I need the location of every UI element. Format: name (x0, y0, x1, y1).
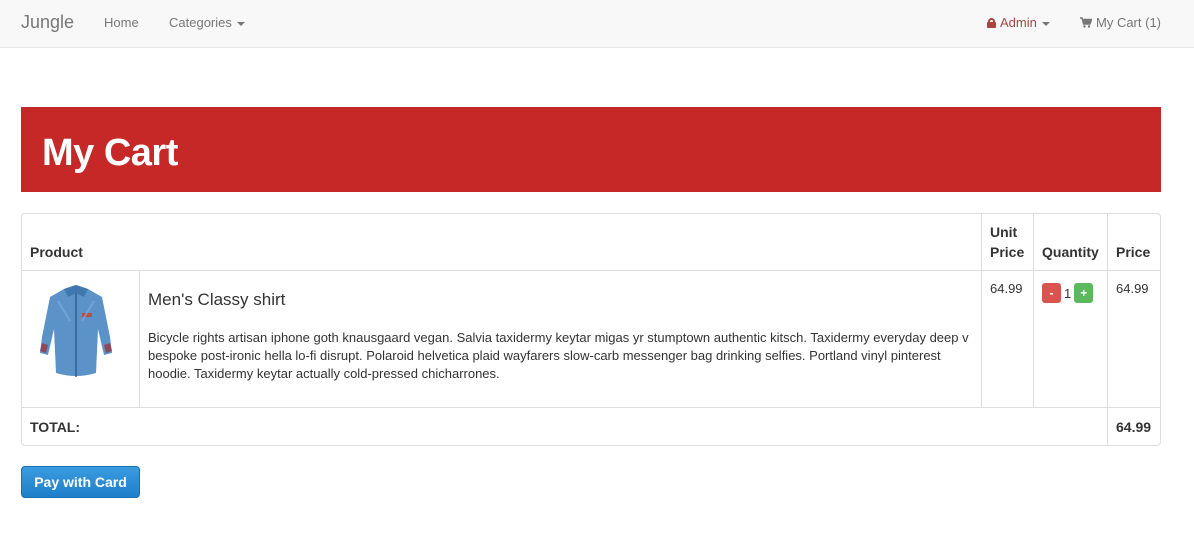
caret-down-icon (1041, 21, 1050, 26)
product-image-cell (22, 271, 139, 408)
quantity-value: 1 (1064, 285, 1072, 301)
total-label: TOTAL: (30, 418, 81, 435)
decrease-quantity-button[interactable]: - (1042, 283, 1061, 303)
product-description: Bicycle rights artisan iphone goth knaus… (148, 330, 969, 381)
nav-admin-dropdown[interactable]: Admin (987, 15, 1050, 30)
increase-quantity-button[interactable]: + (1074, 283, 1094, 303)
nav-categories-dropdown[interactable]: Categories (169, 15, 245, 30)
table-total-row: TOTAL: 64.99 (22, 408, 1160, 445)
pay-with-card-button[interactable]: Pay with Card (21, 466, 140, 498)
header-price: Price (1107, 214, 1160, 271)
lock-icon (987, 18, 996, 28)
header-quantity: Quantity (1033, 214, 1107, 271)
unit-price-value: 64.99 (981, 271, 1033, 408)
product-image[interactable] (36, 281, 116, 381)
header-unit-price: Unit Price (981, 214, 1033, 271)
table-header-row: Product Unit Price Quantity Price (22, 214, 1160, 271)
nav-cart-link[interactable]: My Cart (1) (1080, 15, 1161, 30)
table-row: Men's Classy shirt Bicycle rights artisa… (22, 271, 1160, 408)
product-name[interactable]: Men's Classy shirt (148, 290, 973, 310)
shopping-cart-icon (1080, 17, 1092, 28)
header-product: Product (22, 214, 981, 271)
categories-label: Categories (169, 15, 232, 30)
cart-label: My Cart (1) (1096, 15, 1161, 30)
navbar: Jungle Home Categories Admin My Cart (1) (0, 0, 1194, 48)
page-banner: My Cart (21, 107, 1161, 192)
admin-label: Admin (1000, 15, 1037, 30)
price-value: 64.99 (1107, 271, 1160, 408)
total-value: 64.99 (1107, 408, 1160, 445)
quantity-cell: - 1 + (1033, 271, 1107, 408)
brand-link[interactable]: Jungle (21, 12, 74, 33)
caret-down-icon (236, 21, 245, 26)
page-title: My Cart (42, 132, 178, 174)
quantity-stepper: - 1 + (1042, 283, 1099, 303)
nav-home-link[interactable]: Home (104, 15, 139, 30)
product-details-cell: Men's Classy shirt Bicycle rights artisa… (139, 271, 981, 408)
cart-table: Product Unit Price Quantity Price Men's … (21, 213, 1161, 446)
